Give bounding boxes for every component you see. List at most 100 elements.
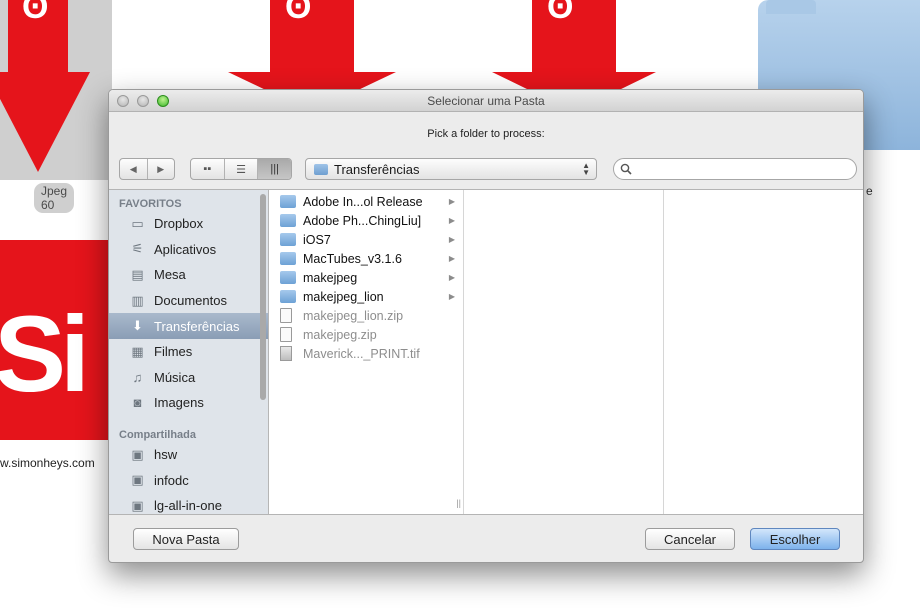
sidebar-item-label: Música: [154, 369, 196, 385]
file-name: MacTubes_v3.1.6: [303, 251, 402, 266]
view-mode-control: ▪▪ ☰ |||: [190, 158, 292, 180]
chevron-right-icon: ▶: [157, 163, 165, 174]
disclosure-arrow-icon: ▶: [448, 197, 455, 206]
thumbnail-caption: w.simonheys.com: [0, 456, 95, 470]
file-name: iOS7: [303, 232, 331, 247]
sidebar-item-label: Imagens: [154, 395, 204, 411]
grid-icon: ▪▪: [203, 163, 212, 175]
sidebar-item-label: Documentos: [154, 293, 227, 309]
sidebar-item-label: hsw: [154, 447, 178, 463]
folder-icon: ▭: [131, 215, 144, 231]
sidebar-scrollbar[interactable]: [260, 194, 266, 400]
zip-file-icon: [280, 327, 292, 342]
download-arrow-icon: [532, 0, 616, 72]
disclosure-arrow-icon: ▶: [448, 235, 455, 244]
icon-view-button[interactable]: ▪▪: [191, 159, 224, 179]
sidebar-item-aplicativos[interactable]: ⚟ Aplicativos: [109, 237, 268, 263]
sidebar-item-label: Filmes: [154, 344, 193, 360]
sidebar-item-imagens[interactable]: ◙ Imagens: [109, 390, 268, 416]
network-computer-icon: ▣: [131, 497, 144, 513]
arrow-glyph: ʘ: [22, 0, 49, 26]
sidebar-item-label: Aplicativos: [154, 241, 217, 257]
sidebar-item-label: infodc: [154, 472, 189, 488]
file-name: makejpeg.zip: [303, 327, 377, 342]
file-name: Adobe In...ol Release: [303, 194, 423, 209]
back-button[interactable]: ◀: [120, 159, 147, 179]
documents-icon: ▥: [131, 292, 144, 308]
folder-row[interactable]: MacTubes_v3.1.6 ▶: [270, 249, 463, 268]
network-computer-icon: ▣: [131, 446, 144, 462]
folder-row[interactable]: makejpeg_lion ▶: [270, 287, 463, 306]
sidebar-item-transfer-ncias[interactable]: ⬇ Transferências: [109, 313, 268, 339]
list-icon: ☰: [236, 163, 246, 176]
select-folder-dialog: Selecionar uma Pasta Pick a folder to pr…: [108, 89, 864, 563]
path-popup-button[interactable]: Transferências ▲ ▼: [305, 158, 597, 180]
sidebar-item-label: Dropbox: [154, 216, 204, 232]
sidebar-item-lg-all-in-one[interactable]: ▣ lg-all-in-one: [109, 493, 268, 514]
sidebar-item-hsw[interactable]: ▣ hsw: [109, 442, 268, 468]
search-field[interactable]: [613, 158, 857, 180]
download-arrow-head: [0, 72, 90, 172]
folder-icon: [280, 271, 296, 284]
list-view-button[interactable]: ☰: [223, 159, 258, 179]
folder-icon: [314, 163, 328, 175]
file-label-badge: Jpeg 60: [34, 183, 75, 213]
sidebar-item-label: Mesa: [154, 267, 186, 283]
sidebar-item-m-sica[interactable]: ♫ Música: [109, 365, 268, 391]
arrow-glyph: ʘ: [285, 0, 312, 26]
sidebar-item-filmes[interactable]: ▦ Filmes: [109, 339, 268, 365]
disclosure-arrow-icon: ▶: [448, 292, 455, 301]
search-input[interactable]: [636, 162, 856, 176]
file-column: Adobe In...ol Release ▶ Adobe Ph...ChingLi…: [270, 190, 464, 514]
disclosure-arrow-icon: ▶: [448, 254, 455, 263]
file-name: makejpeg_lion.zip: [303, 308, 404, 323]
arrow-glyph: ʘ: [547, 0, 574, 26]
sidebar-header-shared: Compartilhada: [119, 428, 197, 441]
folder-icon: [280, 233, 296, 246]
truncated-caption: e: [866, 184, 873, 198]
file-name: Adobe Ph...ChingLiu]: [303, 213, 422, 228]
sidebar-item-dropbox[interactable]: ▭ Dropbox: [109, 211, 268, 237]
sidebar-item-label: Transferências: [154, 318, 240, 334]
pictures-icon: ◙: [133, 395, 142, 411]
folder-row[interactable]: iOS7 ▶: [270, 230, 463, 249]
network-computer-icon: ▣: [131, 472, 144, 488]
search-icon: [620, 163, 632, 175]
file-name: makejpeg_lion: [303, 289, 384, 304]
file-name: makejpeg: [303, 270, 358, 285]
file-row: Maverick..._PRINT.tif: [270, 344, 463, 363]
file-name: Maverick..._PRINT.tif: [303, 346, 420, 361]
desktop-icon: ▤: [131, 266, 144, 282]
current-folder-label: Transferências: [334, 161, 420, 177]
file-row: makejpeg.zip: [270, 325, 463, 344]
file-row: makejpeg_lion.zip: [270, 306, 463, 325]
new-folder-button[interactable]: Nova Pasta: [133, 528, 239, 550]
image-file-icon: [280, 346, 292, 361]
column-resize-handle[interactable]: ||: [456, 498, 461, 508]
music-icon: ♫: [132, 369, 143, 385]
folder-row[interactable]: makejpeg ▶: [270, 268, 463, 287]
movies-icon: ▦: [131, 343, 144, 359]
disclosure-arrow-icon: ▶: [448, 216, 455, 225]
columns-icon: |||: [270, 163, 279, 175]
disclosure-arrow-icon: ▶: [448, 273, 455, 282]
folder-row[interactable]: Adobe In...ol Release ▶: [270, 192, 463, 211]
back-forward-control: ◀ ▶: [119, 158, 175, 180]
sidebar-header-favorites: FAVORITOS: [119, 198, 182, 210]
folder-icon: [280, 290, 296, 303]
column-view-button[interactable]: |||: [257, 159, 291, 179]
sidebar-item-label: lg-all-in-one: [154, 498, 222, 514]
sidebar-item-infodc[interactable]: ▣ infodc: [109, 467, 268, 493]
folder-row[interactable]: Adobe Ph...ChingLiu] ▶: [270, 211, 463, 230]
download-arrow-icon: [270, 0, 354, 72]
cancel-button[interactable]: Cancelar: [645, 528, 735, 550]
sidebar-item-documentos[interactable]: ▥ Documentos: [109, 288, 268, 314]
choose-button[interactable]: Escolher: [750, 528, 840, 550]
dialog-title: Selecionar uma Pasta: [427, 94, 545, 108]
folder-icon: [280, 214, 296, 227]
title-bar: Selecionar uma Pasta: [109, 90, 863, 112]
updown-arrows-icon: ▲ ▼: [582, 161, 590, 177]
applications-icon: ⚟: [131, 241, 144, 257]
forward-button[interactable]: ▶: [146, 159, 175, 179]
sidebar-item-mesa[interactable]: ▤ Mesa: [109, 262, 268, 288]
